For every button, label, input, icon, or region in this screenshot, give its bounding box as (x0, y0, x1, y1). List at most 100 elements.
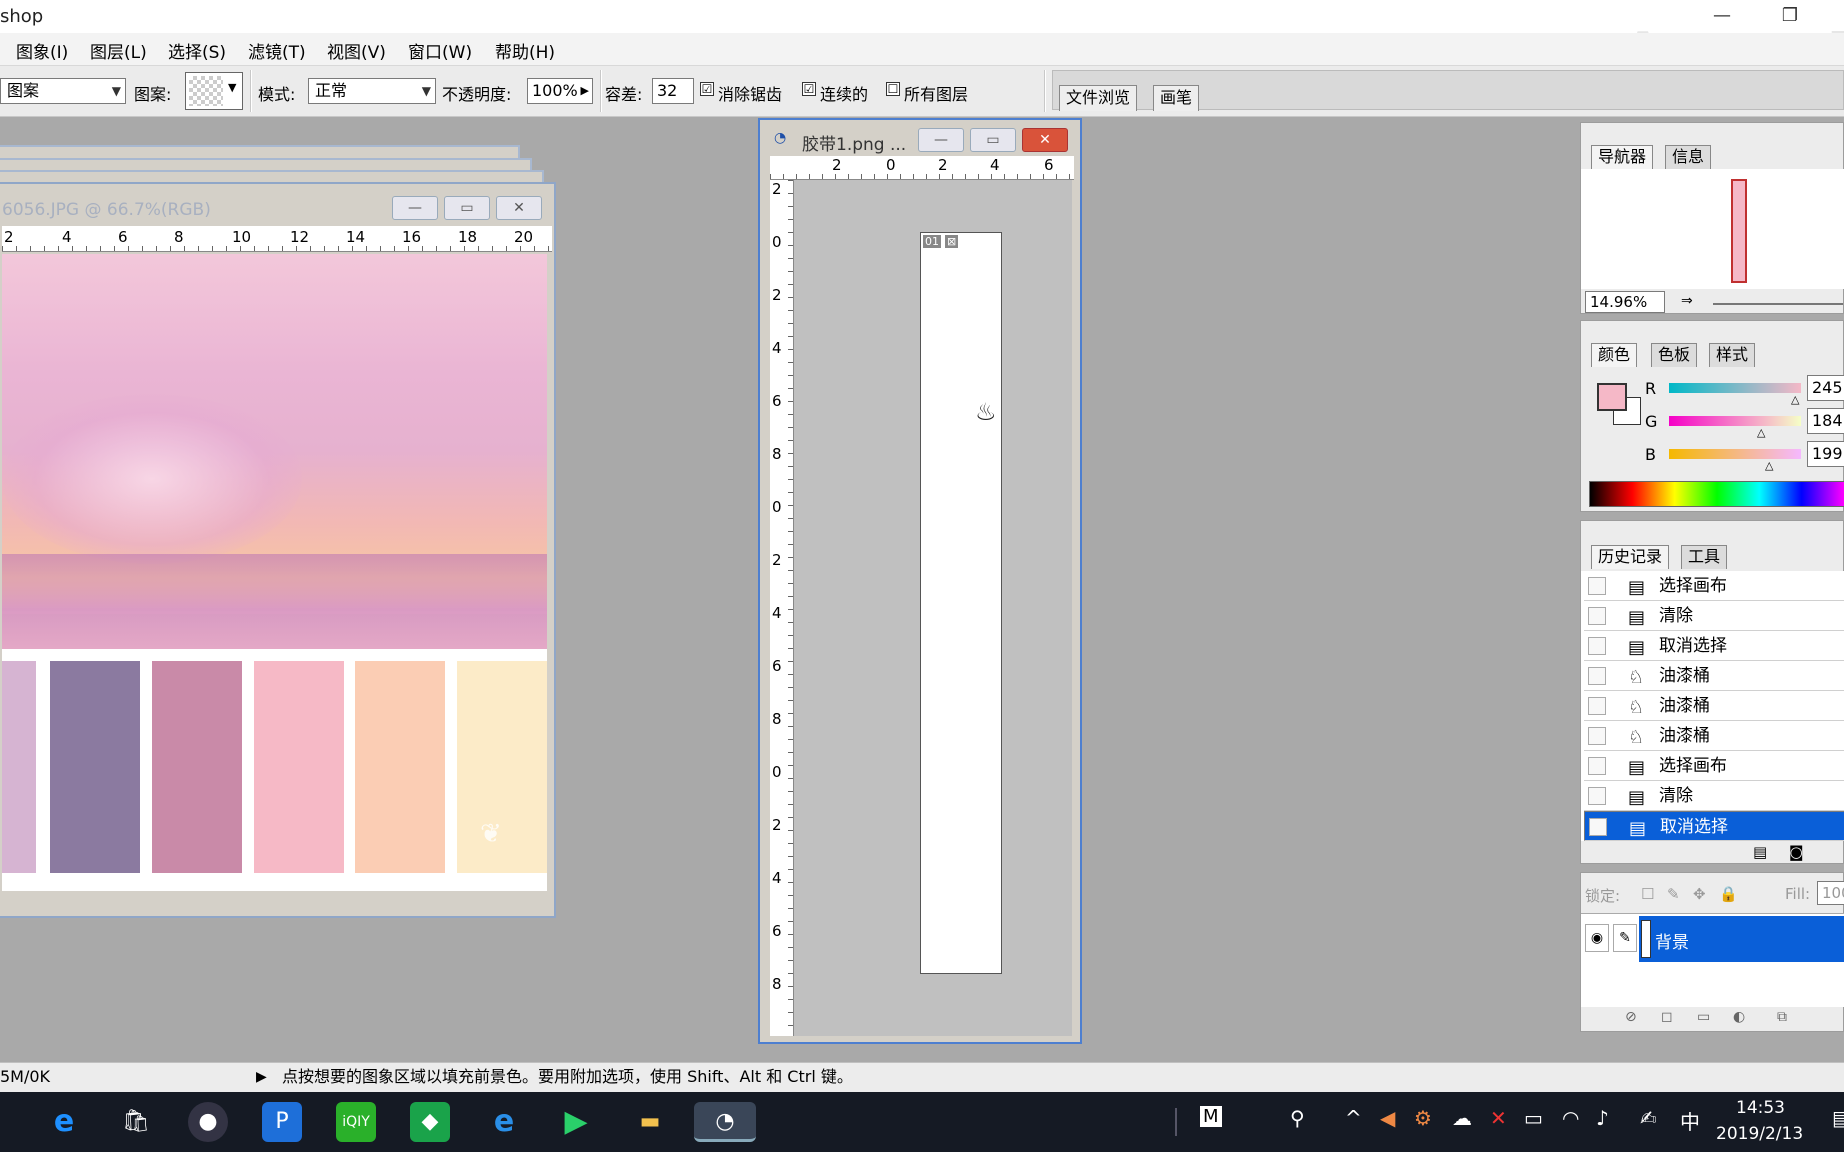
volume-icon[interactable]: ♪ (1596, 1106, 1609, 1130)
contiguous-checkbox[interactable]: ☑ (802, 82, 816, 96)
zoom-slider[interactable] (1713, 303, 1843, 305)
history-source-checkbox[interactable] (1588, 607, 1606, 625)
plugin-icon[interactable]: ⚙ (1414, 1106, 1432, 1130)
edge-browser-icon[interactable]: e (44, 1102, 84, 1142)
menu-image[interactable]: 图象(I) (16, 38, 68, 63)
lock-transparency-icon[interactable]: ☐ (1641, 885, 1654, 903)
lock-move-icon[interactable]: ✥ (1693, 885, 1706, 903)
ie-browser-icon[interactable]: e (484, 1102, 524, 1142)
canvas-area[interactable]: 01 ⊠ ♨ (794, 180, 1072, 1036)
tab-brushes[interactable]: 画笔 (1153, 85, 1200, 111)
link-icon[interactable]: ⊘ (1625, 1009, 1637, 1025)
menu-help[interactable]: 帮助(H) (495, 38, 555, 63)
clock-time[interactable]: 14:53 (1736, 1098, 1785, 1118)
tab-file-browser[interactable]: 文件浏览 (1059, 85, 1138, 111)
pen-icon[interactable]: ✍ (1640, 1106, 1657, 1130)
antialias-checkbox[interactable]: ☑ (700, 82, 714, 96)
menu-filter[interactable]: 滤镜(T) (248, 38, 306, 63)
red-slider[interactable] (1669, 383, 1801, 393)
menu-window[interactable]: 窗口(W) (408, 38, 472, 63)
cloud-icon[interactable]: ☁ (1452, 1106, 1472, 1130)
pdf-app-icon[interactable]: P (262, 1102, 302, 1142)
store-icon[interactable]: 🛍 (116, 1102, 156, 1142)
doc-close-button[interactable]: ✕ (496, 196, 542, 220)
slider-handle-icon[interactable]: △ (1765, 459, 1773, 472)
green-value-field[interactable]: 184 (1807, 408, 1844, 434)
new-document-icon[interactable]: ▤ (1753, 843, 1767, 861)
tab-styles[interactable]: 样式 (1709, 343, 1756, 367)
menu-select[interactable]: 选择(S) (168, 38, 226, 63)
ime-language-indicator[interactable]: 中 (1680, 1106, 1700, 1135)
doc-maximize-button[interactable]: ▭ (444, 196, 490, 220)
photoshop-taskbar-button[interactable]: ◔ (694, 1102, 756, 1142)
lock-brush-icon[interactable]: ✎ (1667, 885, 1680, 903)
history-item-selected[interactable]: ▤ 取消选择 (1584, 811, 1844, 841)
history-source-checkbox[interactable] (1589, 818, 1607, 836)
tolerance-field[interactable]: 32 (652, 78, 694, 104)
file-explorer-icon[interactable]: ▬ (630, 1102, 670, 1142)
tab-info[interactable]: 信息 (1665, 145, 1712, 169)
tab-navigator[interactable]: 导航器 (1591, 145, 1654, 169)
chevron-up-icon[interactable]: ^ (1345, 1106, 1362, 1130)
battery-icon[interactable]: ▭ (1524, 1106, 1543, 1130)
layer-mask-icon[interactable]: ◻ (1661, 1009, 1673, 1025)
menu-view[interactable]: 视图(V) (327, 38, 386, 63)
tab-history[interactable]: 历史记录 (1591, 545, 1670, 569)
history-source-checkbox[interactable] (1588, 757, 1606, 775)
blue-slider[interactable] (1669, 449, 1801, 459)
doc-minimize-button[interactable]: — (392, 196, 438, 220)
history-source-checkbox[interactable] (1588, 667, 1606, 685)
people-icon[interactable]: ⚲ (1290, 1106, 1305, 1130)
mode-select[interactable]: 正常 ▼ (308, 78, 436, 104)
brush-icon[interactable]: ✎ (1613, 924, 1637, 952)
menu-layer[interactable]: 图层(L) (90, 38, 147, 63)
ime-m-icon[interactable]: M (1200, 1106, 1222, 1127)
fill-source-select[interactable]: 图案 ▼ (0, 78, 126, 104)
history-item[interactable]: ▤ 取消选择 (1584, 631, 1844, 661)
spreadsheet-app-icon[interactable]: ◆ (410, 1102, 450, 1142)
video-player-icon[interactable]: ▶ (556, 1102, 596, 1142)
navigator-preview[interactable] (1581, 169, 1844, 289)
doc-close-button[interactable]: ✕ (1022, 128, 1068, 152)
clock-date[interactable]: 2019/2/13 (1716, 1124, 1803, 1144)
slider-handle-icon[interactable]: △ (1791, 393, 1799, 406)
history-item[interactable]: ▤ 选择画布 (1584, 751, 1844, 781)
history-item[interactable]: ♘ 油漆桶 (1584, 721, 1844, 751)
new-layer-icon[interactable]: ⧉ (1777, 1009, 1787, 1025)
history-item[interactable]: ▤ 清除 (1584, 601, 1844, 631)
all-layers-checkbox[interactable]: ☐ (886, 82, 900, 96)
history-source-checkbox[interactable] (1588, 577, 1606, 595)
network-error-icon[interactable]: ✕ (1490, 1106, 1507, 1130)
new-set-icon[interactable]: ▭ (1697, 1009, 1710, 1025)
tab-swatches[interactable]: 色板 (1651, 343, 1698, 367)
tab-actions[interactable]: 工具 (1681, 545, 1728, 569)
foreground-color-swatch[interactable] (1597, 383, 1627, 411)
iqiyi-icon[interactable]: iQIY (336, 1102, 376, 1142)
visibility-eye-icon[interactable]: ◉ (1585, 924, 1609, 952)
history-source-checkbox[interactable] (1588, 637, 1606, 655)
history-item[interactable]: ♘ 油漆桶 (1584, 691, 1844, 721)
history-item[interactable]: ▤ 选择画布 (1584, 571, 1844, 601)
blue-value-field[interactable]: 199 (1807, 441, 1844, 467)
zoom-field[interactable]: 14.96% (1585, 291, 1665, 313)
play-arrow-icon[interactable]: ▶ (256, 1063, 267, 1091)
green-slider[interactable] (1669, 416, 1801, 426)
opacity-field[interactable]: 100% ▶ (527, 78, 593, 104)
media-app-icon[interactable]: ● (188, 1102, 228, 1142)
history-source-checkbox[interactable] (1588, 787, 1606, 805)
tab-color[interactable]: 颜色 (1591, 343, 1638, 367)
view-box[interactable] (1731, 179, 1747, 283)
zoom-out-icon[interactable]: ⇒ (1681, 293, 1693, 309)
history-source-checkbox[interactable] (1588, 727, 1606, 745)
tape-canvas[interactable]: 01 ⊠ (920, 232, 1002, 974)
history-item[interactable]: ♘ 油漆桶 (1584, 661, 1844, 691)
lock-all-icon[interactable]: 🔒 (1719, 885, 1738, 903)
layer-row-background[interactable]: 背景 (1639, 916, 1844, 962)
arrow-right-icon[interactable]: ▶ (581, 79, 589, 103)
color-spectrum-bar[interactable] (1589, 481, 1844, 507)
doc-minimize-button[interactable]: — (918, 128, 964, 152)
notification-icon[interactable]: ▤ (1832, 1106, 1844, 1130)
speaker-app-icon[interactable]: ◀ (1380, 1106, 1395, 1130)
wifi-icon[interactable]: ◠ (1562, 1106, 1579, 1130)
history-source-checkbox[interactable] (1588, 697, 1606, 715)
